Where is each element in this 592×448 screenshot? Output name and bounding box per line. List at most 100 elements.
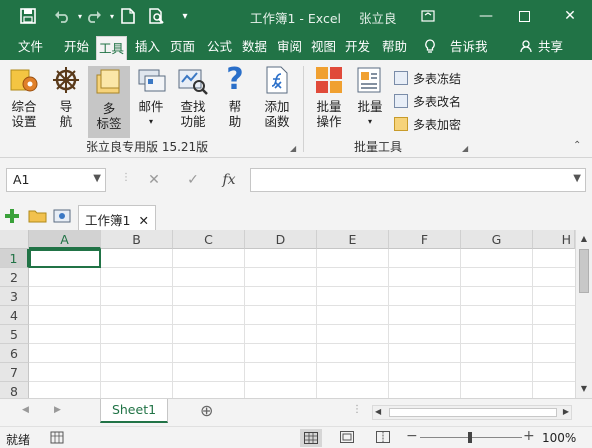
collapse-ribbon-icon[interactable]: ⌃ [573, 140, 581, 151]
grid-cell[interactable] [389, 382, 461, 398]
tab-home[interactable]: 开始 [62, 35, 91, 60]
grid-cell[interactable] [533, 344, 575, 363]
grid-cell[interactable] [389, 344, 461, 363]
group-launcher-icon[interactable]: ◢ [290, 144, 296, 153]
new-workbook-icon[interactable] [4, 208, 20, 227]
save-icon[interactable] [18, 6, 38, 26]
navigation-button[interactable]: 导 航 [46, 64, 86, 129]
grid-cell[interactable] [101, 382, 173, 398]
ribbon-display-icon[interactable] [410, 0, 446, 32]
grid-cell[interactable] [173, 249, 245, 268]
close-icon[interactable]: ✕ [552, 0, 588, 32]
share-button[interactable]: 共享 [518, 35, 565, 60]
grid-cell[interactable] [317, 363, 389, 382]
grid-cell[interactable] [101, 268, 173, 287]
row-header[interactable]: 4 [0, 306, 29, 325]
grid-cell[interactable] [173, 344, 245, 363]
grid-cell[interactable] [29, 306, 101, 325]
row-header[interactable]: 5 [0, 325, 29, 344]
multi-sheet-freeze-button[interactable]: 多表冻结 [394, 68, 461, 88]
tell-me-box[interactable]: 告诉我 [422, 35, 490, 60]
tab-review[interactable]: 审阅 [275, 35, 304, 60]
grid-cell[interactable] [389, 249, 461, 268]
zoom-slider-thumb[interactable] [468, 432, 472, 443]
grid-cell[interactable] [29, 287, 101, 306]
grid-cell[interactable] [389, 268, 461, 287]
grid-cell[interactable] [317, 325, 389, 344]
column-header[interactable]: F [389, 230, 461, 249]
column-header[interactable]: E [317, 230, 389, 249]
grid-cell[interactable] [245, 382, 317, 398]
grid-cell[interactable] [533, 249, 575, 268]
enter-entry-button[interactable]: ✓ [180, 169, 206, 191]
grid-cell[interactable] [245, 325, 317, 344]
zoom-level[interactable]: 100% [542, 431, 576, 445]
grid-cell[interactable] [461, 287, 533, 306]
grid-cell[interactable] [245, 249, 317, 268]
grid-cell[interactable] [389, 306, 461, 325]
grid-cell[interactable] [389, 363, 461, 382]
row-header[interactable]: 3 [0, 287, 29, 306]
multi-tab-button[interactable]: 多 标签 [88, 66, 130, 138]
maximize-icon[interactable] [506, 0, 542, 32]
scroll-left-icon[interactable]: ◀ [375, 407, 381, 416]
add-function-button[interactable]: 添加 函数 [257, 64, 297, 129]
zoom-in-icon[interactable]: + [523, 428, 535, 444]
grid-cell[interactable] [245, 268, 317, 287]
name-box-dropdown-icon[interactable]: ▼ [93, 173, 101, 184]
grid-cell[interactable] [461, 363, 533, 382]
column-header[interactable]: G [461, 230, 533, 249]
grid-cell[interactable] [173, 363, 245, 382]
tab-help[interactable]: 帮助 [380, 35, 409, 60]
zoom-out-icon[interactable]: − [406, 428, 418, 444]
grid-cell[interactable] [29, 325, 101, 344]
grid-cell[interactable] [533, 306, 575, 325]
row-header[interactable]: 7 [0, 363, 29, 382]
grid-cell[interactable] [173, 306, 245, 325]
grid-cell[interactable] [461, 382, 533, 398]
tab-tools[interactable]: 工具 [96, 36, 128, 61]
grid-cell[interactable] [29, 344, 101, 363]
grid-cell[interactable] [533, 363, 575, 382]
select-all-corner[interactable] [0, 230, 29, 249]
grid-cell[interactable] [101, 325, 173, 344]
batch-operation-button[interactable]: 批量 操作 [309, 64, 349, 129]
column-header[interactable]: C [173, 230, 245, 249]
row-header[interactable]: 2 [0, 268, 29, 287]
grid-cell[interactable] [533, 287, 575, 306]
macro-record-icon[interactable] [50, 431, 64, 447]
tab-data[interactable]: 数据 [240, 35, 269, 60]
page-layout-view-icon[interactable] [340, 431, 354, 446]
grid-cell[interactable] [29, 363, 101, 382]
column-header[interactable]: H [533, 230, 575, 249]
name-box[interactable]: A1 ▼ [6, 168, 106, 192]
prev-sheet-icon[interactable]: ◀ [22, 405, 29, 415]
tab-page[interactable]: 页面 [168, 35, 197, 60]
customize-qat-icon[interactable]: ▾ [175, 6, 195, 26]
grid-cell[interactable] [317, 268, 389, 287]
row-header[interactable]: 1 [0, 249, 29, 268]
grid-cell[interactable] [101, 306, 173, 325]
grid-cell[interactable] [101, 287, 173, 306]
screenshot-icon[interactable] [52, 207, 72, 228]
grid-cell[interactable] [461, 249, 533, 268]
row-header[interactable]: 8 [0, 382, 29, 398]
column-header[interactable]: A [29, 230, 101, 249]
scroll-up-icon[interactable]: ▲ [576, 230, 592, 247]
grid-cell[interactable] [101, 363, 173, 382]
close-workbook-tab-icon[interactable]: ✕ [138, 213, 148, 228]
spreadsheet-grid[interactable]: A B C D E F G H 1 2 3 4 5 6 7 8 [0, 230, 575, 398]
scroll-down-icon[interactable]: ▼ [576, 380, 592, 397]
settings-button[interactable]: 综合 设置 [4, 64, 44, 129]
tab-formulas[interactable]: 公式 [205, 35, 234, 60]
grid-cell[interactable] [317, 344, 389, 363]
grid-cell[interactable] [173, 382, 245, 398]
grid-cell[interactable] [29, 382, 101, 398]
grid-cell[interactable] [317, 382, 389, 398]
active-cell-outline[interactable] [29, 249, 101, 268]
grid-cell[interactable] [245, 344, 317, 363]
grid-cell[interactable] [461, 268, 533, 287]
grid-cell[interactable] [245, 306, 317, 325]
redo-icon[interactable] [84, 6, 104, 26]
grid-cell[interactable] [245, 287, 317, 306]
